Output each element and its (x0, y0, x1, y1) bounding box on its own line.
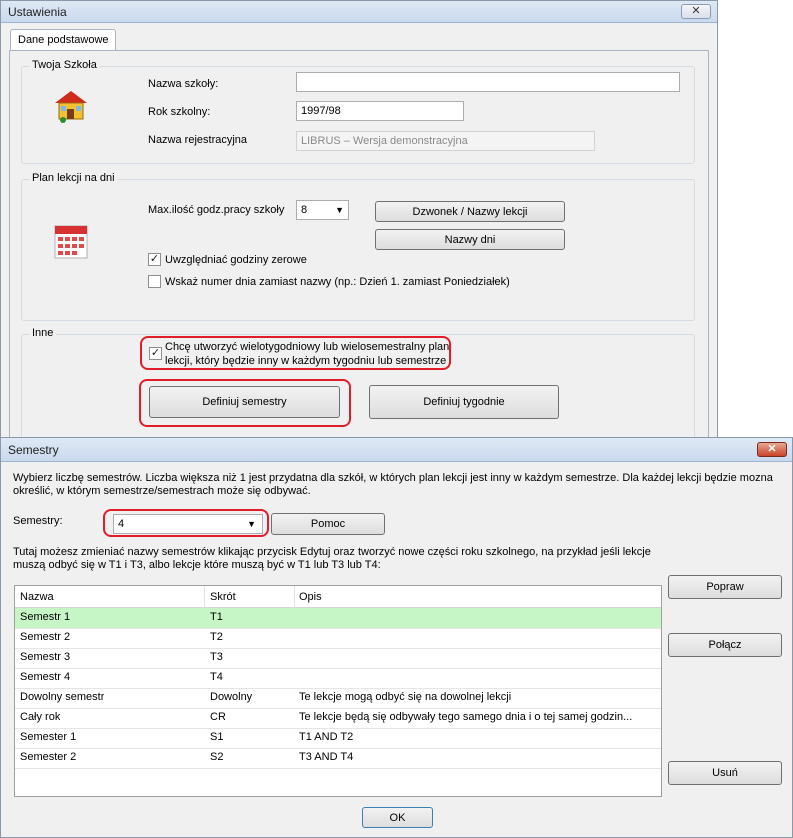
settings-close-button[interactable]: ✕ (681, 4, 711, 19)
table-row[interactable]: Semester 1 S1 T1 AND T2 (15, 728, 661, 749)
bell-button-label: Dzwonek / Nazwy lekcji (412, 205, 528, 218)
row-short: T4 (210, 671, 223, 683)
school-year-input[interactable]: 1997/98 (296, 101, 464, 121)
column-header-description[interactable]: Opis (299, 591, 322, 603)
row-short: CR (210, 711, 226, 723)
settings-title: Ustawienia (8, 5, 67, 19)
plan-group-label: Plan lekcji na dni (29, 172, 118, 184)
table-row[interactable]: Dowolny semestr Dowolny Te lekcje mogą o… (15, 688, 661, 709)
school-year-label: Rok szkolny: (148, 106, 211, 118)
define-semesters-label: Definiuj semestry (202, 396, 287, 408)
column-divider (294, 586, 295, 608)
tab-dane-podstawowe[interactable]: Dane podstawowe (10, 29, 116, 51)
semesters-count-select[interactable]: 4 ▼ (113, 514, 263, 534)
table-row[interactable]: Semestr 4 T4 (15, 668, 661, 689)
ok-button-label: OK (389, 811, 406, 824)
days-button-label: Nazwy dni (444, 233, 496, 246)
registration-name-label: Nazwa rejestracyjna (148, 134, 248, 146)
semesters-list-header: Nazwa Skrót Opis (15, 586, 661, 608)
define-semesters-button[interactable]: Definiuj semestry (149, 386, 340, 418)
row-name: Semestr 1 (20, 611, 71, 623)
semesters-titlebar: Semestry ✕ (1, 438, 792, 462)
chevron-down-icon: ▼ (335, 205, 344, 215)
zero-hours-checkbox[interactable]: ✓ (148, 253, 161, 266)
join-button[interactable]: Połącz (668, 633, 782, 657)
delete-button[interactable]: Usuń (668, 761, 782, 785)
row-name: Cały rok (20, 711, 61, 723)
row-short: T1 (210, 611, 223, 623)
chevron-down-icon: ▼ (247, 519, 256, 529)
help-button[interactable]: Pomoc (271, 513, 385, 535)
row-description: Te lekcje mogą odbyć się na dowolnej lek… (299, 691, 512, 703)
school-group-label: Twoja Szkoła (29, 59, 100, 71)
table-row[interactable]: Semester 2 S2 T3 AND T4 (15, 748, 661, 769)
max-hours-label: Max.ilość godz.pracy szkoły (148, 204, 285, 216)
close-icon: ✕ (691, 5, 701, 17)
help-button-label: Pomoc (310, 518, 346, 530)
row-name: Semestr 2 (20, 631, 71, 643)
bell-lesson-names-button[interactable]: Dzwonek / Nazwy lekcji (375, 201, 565, 222)
row-description: T1 AND T2 (299, 731, 354, 743)
table-row[interactable]: Cały rok CR Te lekcje będą się odbywały … (15, 708, 661, 729)
max-hours-select[interactable]: 8 ▼ (296, 200, 349, 220)
column-divider (204, 586, 205, 608)
edit-button[interactable]: Popraw (668, 575, 782, 599)
semesters-info-text: Tutaj możesz zmieniać nazwy semestrów kl… (13, 546, 651, 571)
column-header-short[interactable]: Skrót (210, 591, 236, 603)
table-row[interactable]: Semestr 3 T3 (15, 648, 661, 669)
plan-group (21, 179, 695, 321)
define-weeks-button[interactable]: Definiuj tygodnie (369, 385, 559, 419)
day-names-button[interactable]: Nazwy dni (375, 229, 565, 250)
row-description: Te lekcje będą się odbywały tego samego … (299, 711, 633, 723)
semesters-count-label: Semestry: (13, 515, 63, 527)
school-house-icon (51, 85, 91, 125)
column-header-name[interactable]: Nazwa (20, 591, 54, 603)
semesters-count-value: 4 (118, 518, 125, 530)
max-hours-value: 8 (301, 204, 308, 216)
semesters-window: Semestry ✕ Wybierz liczbę semestrów. Lic… (0, 437, 793, 838)
multiweek-label-line2: lekcji, który będzie inny w każdym tygod… (165, 355, 447, 367)
row-name: Semestr 4 (20, 671, 71, 683)
join-button-label: Połącz (708, 639, 742, 651)
row-short: T2 (210, 631, 223, 643)
registration-name-field: LIBRUS – Wersja demonstracyjna (296, 131, 595, 151)
settings-window: Ustawienia ✕ Dane podstawowe Twoja Szkoł… (0, 0, 718, 444)
row-short: S2 (210, 751, 224, 763)
school-name-input[interactable] (296, 72, 680, 92)
row-short: T3 (210, 651, 223, 663)
semesters-intro-text: Wybierz liczbę semestrów. Liczba większa… (13, 472, 773, 497)
row-name: Dowolny semestr (20, 691, 105, 703)
zero-hours-label: Uwzględniać godziny zerowe (165, 254, 307, 266)
day-number-label: Wskaż numer dnia zamiast nazwy (np.: Dzi… (165, 276, 510, 288)
tab-label: Dane podstawowe (18, 34, 109, 46)
school-name-label: Nazwa szkoły: (148, 78, 219, 90)
settings-titlebar: Ustawienia ✕ (1, 1, 717, 23)
row-name: Semester 1 (20, 731, 77, 743)
row-short: S1 (210, 731, 224, 743)
other-group-label: Inne (29, 327, 57, 339)
row-short: Dowolny (210, 691, 253, 703)
ok-button[interactable]: OK (362, 807, 433, 828)
edit-button-label: Popraw (706, 581, 744, 593)
row-name: Semestr 3 (20, 651, 71, 663)
table-row[interactable]: Semestr 1 T1 (15, 608, 661, 629)
multiweek-label-line1: Chcę utworzyć wielotygodniowy lub wielos… (165, 341, 450, 353)
semesters-list[interactable]: Nazwa Skrót Opis Semestr 1 T1 Semestr 2 … (14, 585, 662, 797)
semesters-title: Semestry (8, 443, 59, 457)
delete-button-label: Usuń (712, 767, 738, 779)
table-row[interactable]: Semestr 2 T2 (15, 628, 661, 649)
multiweek-checkbox[interactable]: ✓ (149, 347, 162, 360)
day-number-checkbox[interactable] (148, 275, 161, 288)
close-icon: ✕ (767, 443, 777, 455)
row-description: T3 AND T4 (299, 751, 354, 763)
define-weeks-label: Definiuj tygodnie (423, 396, 505, 408)
calendar-icon (51, 220, 93, 262)
row-name: Semester 2 (20, 751, 77, 763)
semesters-close-button[interactable]: ✕ (757, 442, 787, 457)
